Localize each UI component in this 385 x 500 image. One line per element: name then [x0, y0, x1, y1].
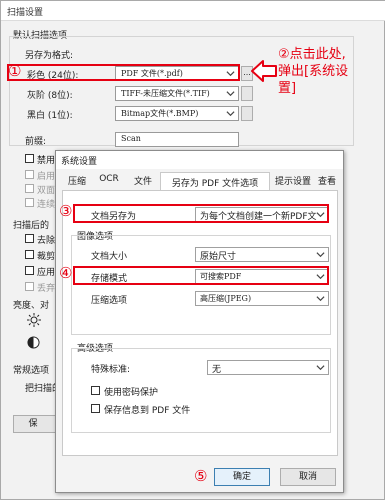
apply-checkbox[interactable]	[25, 266, 34, 275]
tab-view[interactable]: 查看	[315, 174, 339, 190]
enable-label: 启用	[37, 172, 56, 182]
remove-checkbox[interactable]	[25, 234, 34, 243]
save-as-format-label: 另存为格式:	[25, 51, 74, 61]
save-info-checkbox[interactable]	[91, 404, 100, 413]
continuous-checkbox[interactable]	[25, 198, 34, 207]
save-info-label: 保存信息到 PDF 文件	[104, 406, 191, 416]
disable-label: 禁用	[37, 156, 56, 166]
gray-browse-button[interactable]	[241, 86, 253, 101]
gray-8bit-label: 灰阶 (8位):	[27, 91, 73, 101]
system-settings-titlebar: 系统设置	[56, 151, 343, 169]
annotation-box-1	[7, 64, 240, 81]
annotation-box-4	[73, 266, 329, 285]
discard-label: 丢弃	[37, 284, 56, 294]
special-standard-select[interactable]: 无	[207, 360, 329, 375]
chevron-down-icon	[316, 365, 325, 371]
chevron-down-icon	[316, 252, 325, 258]
annotation-number-3: ③	[59, 202, 73, 220]
bw-format-select[interactable]: Bitmap文件(*.BMP)	[115, 106, 239, 121]
tab-compression[interactable]: 压缩	[64, 174, 90, 190]
brightness-icon	[27, 313, 41, 327]
compression-value: 高压缩(JPEG)	[200, 294, 252, 303]
duplex-checkbox[interactable]	[25, 184, 34, 193]
apply-label: 应用	[37, 268, 56, 278]
bw-browse-button[interactable]	[241, 106, 253, 121]
chevron-down-icon	[226, 111, 235, 117]
annotation-number-1: ①	[8, 62, 22, 80]
prefix-value: Scan	[121, 134, 141, 143]
compression-label: 压缩选项	[91, 296, 128, 306]
special-standard-value: 无	[212, 365, 222, 375]
annotation-callout-line2: 弹出[系统设	[278, 64, 349, 79]
tab-file[interactable]: 文件	[130, 174, 156, 190]
disable-checkbox[interactable]	[25, 154, 34, 163]
special-standard-label: 特殊标准:	[91, 365, 131, 375]
prefix-label: 前缀:	[25, 137, 47, 147]
tab-prompt-settings[interactable]: 提示设置	[273, 174, 313, 190]
bottom-save-label: 保	[28, 419, 38, 429]
annotation-number-4: ④	[59, 264, 73, 282]
general-options-heading: 常规选项	[13, 366, 50, 376]
password-checkbox[interactable]	[91, 386, 100, 395]
crop-label: 裁剪	[37, 252, 56, 262]
continuous-label: 连续	[37, 200, 56, 210]
doc-size-select[interactable]: 原始尺寸	[195, 247, 329, 262]
system-settings-title: 系统设置	[61, 157, 98, 167]
enable-checkbox[interactable]	[25, 170, 34, 179]
scan-settings-titlebar: 扫描设置	[1, 1, 385, 21]
chevron-down-icon	[226, 91, 235, 97]
annotation-callout-line1: ②点击此处,	[278, 47, 346, 62]
annotation-box-3	[73, 204, 329, 223]
chevron-down-icon	[316, 296, 325, 302]
annotation-number-5: ⑤	[194, 467, 208, 485]
arrow-left-icon	[251, 60, 277, 82]
brightness-label: 亮度、对	[13, 301, 50, 311]
prefix-input[interactable]: Scan	[115, 132, 239, 147]
doc-size-label: 文档大小	[91, 252, 128, 262]
remove-label: 去除	[37, 236, 56, 246]
password-label: 使用密码保护	[104, 388, 159, 398]
doc-size-value: 原始尺寸	[200, 252, 237, 262]
after-scan-heading: 扫描后的	[13, 221, 50, 231]
system-settings-dialog: 系统设置 压缩 OCR 文件 另存为 PDF 文件选项 提示设置 查看 文档另存…	[55, 150, 344, 493]
gray-format-select[interactable]: TIFF-未压缩文件(*.TIF)	[115, 86, 239, 101]
bw-format-value: Bitmap文件(*.BMP)	[121, 109, 199, 118]
tab-save-as-pdf[interactable]: 另存为 PDF 文件选项	[160, 172, 270, 191]
bw-1bit-label: 黑白 (1位):	[27, 111, 73, 121]
gray-format-value: TIFF-未压缩文件(*.TIF)	[121, 89, 210, 98]
cancel-button[interactable]: 取消	[280, 468, 336, 486]
contrast-icon	[27, 336, 40, 349]
compression-select[interactable]: 高压缩(JPEG)	[195, 291, 329, 306]
save-as-pdf-panel: 文档另存为 为每个文档创建一个新PDF文 图像选项 文档大小 原始尺寸 存储模式…	[62, 190, 338, 456]
scan-settings-title: 扫描设置	[7, 8, 44, 18]
annotation-callout-line3: 置]	[278, 81, 297, 96]
ok-button[interactable]: 确定	[214, 468, 270, 486]
duplex-label: 双面	[37, 186, 56, 196]
discard-checkbox[interactable]	[25, 282, 34, 291]
crop-checkbox[interactable]	[25, 250, 34, 259]
tab-ocr[interactable]: OCR	[94, 174, 124, 190]
